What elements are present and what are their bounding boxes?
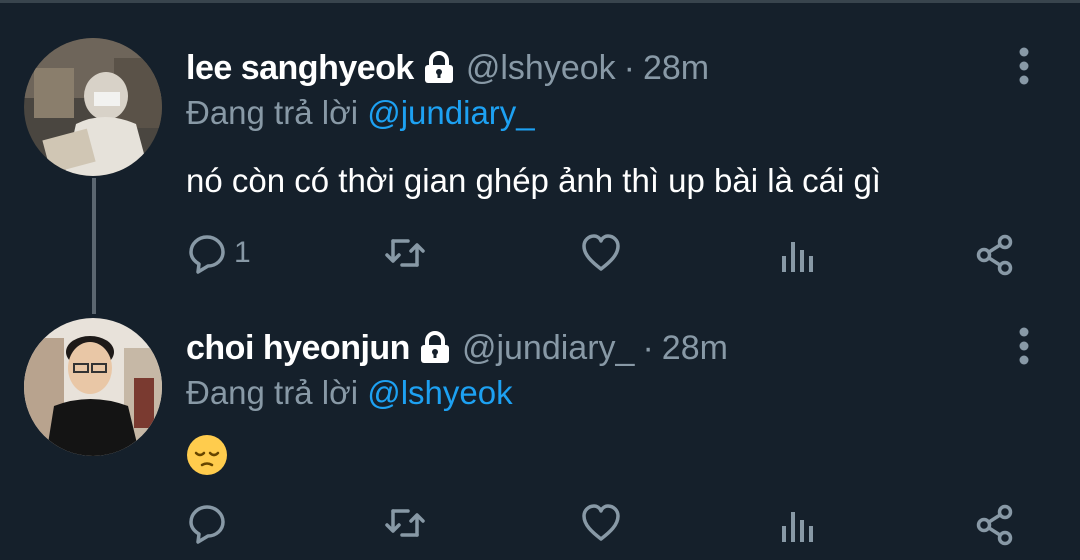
- tweet-actions: 1: [0, 230, 1080, 280]
- avatar[interactable]: [24, 38, 162, 176]
- like-icon: [582, 234, 620, 271]
- handle[interactable]: @jundiary_: [462, 329, 635, 368]
- tweet-text: nó còn có thời gian ghép ảnh thì up bài …: [186, 162, 881, 199]
- share-button[interactable]: [974, 234, 1016, 276]
- analytics-button[interactable]: [778, 234, 820, 276]
- pensive-face-emoji: [186, 434, 228, 476]
- more-vertical-icon[interactable]: [1012, 46, 1036, 86]
- analytics-icon: [782, 242, 813, 272]
- reply-button[interactable]: 1: [186, 232, 251, 274]
- reply-icon: [189, 505, 225, 544]
- separator-dot: ·: [623, 48, 635, 87]
- retweet-button[interactable]: [384, 502, 426, 544]
- replying-to-mention[interactable]: @jundiary_: [367, 94, 534, 131]
- share-icon: [976, 234, 1013, 276]
- lock-icon: [422, 51, 456, 85]
- replying-to-label: Đang trả lời: [186, 374, 359, 411]
- share-icon: [976, 504, 1013, 546]
- replying-to-mention[interactable]: @lshyeok: [367, 374, 512, 411]
- replying-to-line: Đang trả lời @jundiary_: [186, 94, 535, 132]
- retweet-icon: [385, 509, 425, 537]
- avatar[interactable]: [24, 318, 162, 456]
- reply-count: 1: [234, 236, 251, 269]
- reply-button[interactable]: [186, 502, 234, 544]
- display-name[interactable]: lee sanghyeok: [186, 49, 414, 88]
- like-icon: [582, 504, 620, 541]
- reply-icon: [189, 235, 225, 274]
- timestamp[interactable]: 28m: [643, 49, 709, 88]
- retweet-button[interactable]: [384, 232, 426, 274]
- retweet-icon: [385, 239, 425, 267]
- tweet-header: choi hyeonjun @jundiary_ · 28m: [186, 318, 728, 378]
- separator-dot: ·: [642, 328, 654, 367]
- replying-to-line: Đang trả lời @lshyeok: [186, 374, 513, 412]
- share-button[interactable]: [974, 504, 1016, 546]
- top-divider: [0, 0, 1080, 3]
- like-button[interactable]: [580, 232, 622, 274]
- analytics-icon: [782, 512, 813, 542]
- analytics-button[interactable]: [778, 504, 820, 546]
- display-name[interactable]: choi hyeonjun: [186, 329, 410, 368]
- replying-to-label: Đang trả lời: [186, 94, 359, 131]
- lock-icon: [418, 331, 452, 365]
- timestamp[interactable]: 28m: [662, 329, 728, 368]
- more-vertical-icon[interactable]: [1012, 326, 1036, 366]
- tweet-actions: [0, 500, 1080, 550]
- like-button[interactable]: [580, 502, 622, 544]
- handle[interactable]: @lshyeok: [466, 49, 616, 88]
- tweet-header: lee sanghyeok @lshyeok · 28m: [186, 38, 709, 98]
